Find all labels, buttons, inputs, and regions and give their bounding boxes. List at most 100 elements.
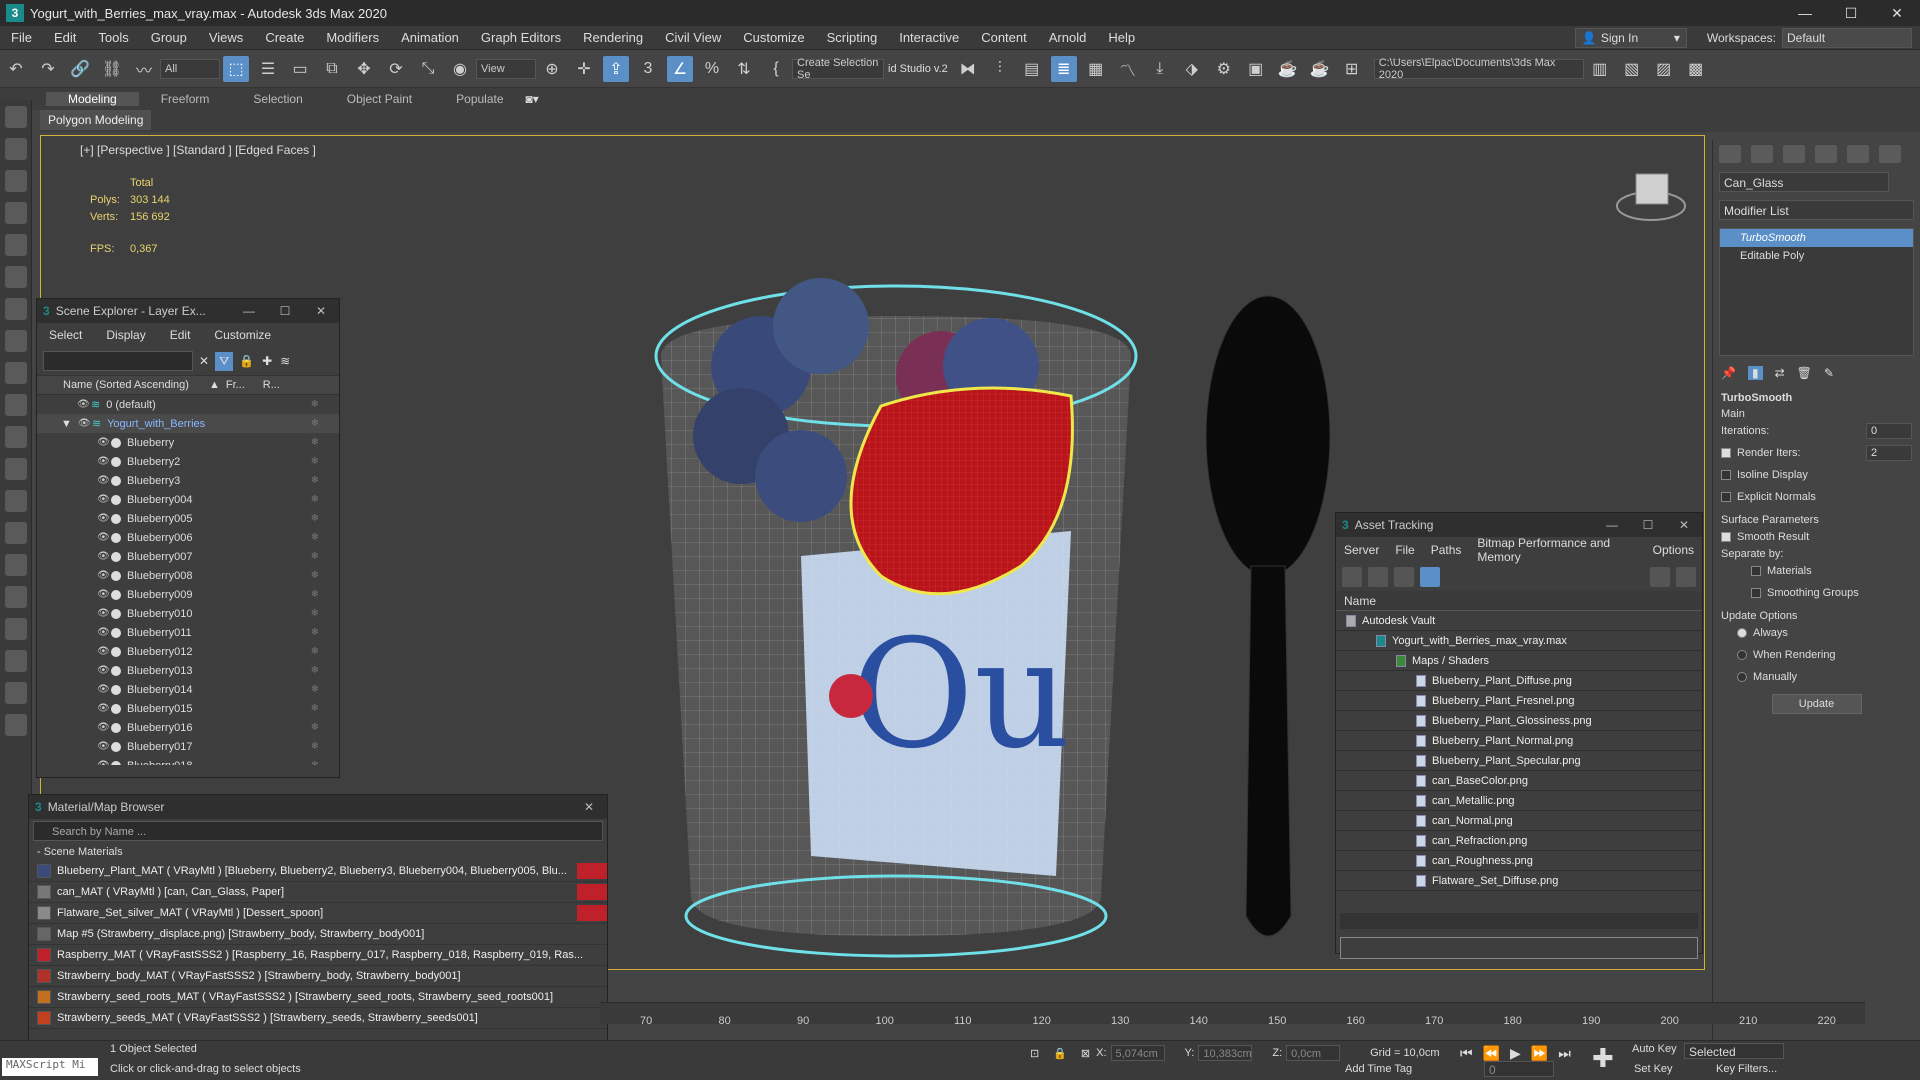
col-render[interactable]: R... (263, 379, 280, 391)
list-item[interactable]: Flatware_Set_silver_MAT ( VRayMtl ) [Des… (29, 903, 607, 924)
list-item[interactable]: Blueberry_Plant_Glossiness.png (1336, 711, 1702, 731)
table-row[interactable]: 👁 Blueberry013 ❄ (37, 661, 339, 680)
render-iters-checkbox[interactable] (1721, 448, 1731, 458)
at-menu-server[interactable]: Server (1336, 543, 1387, 557)
systems-icon[interactable] (5, 298, 27, 320)
close-button[interactable]: ✕ (1874, 5, 1920, 22)
auto-key-button[interactable]: Auto Key (1632, 1043, 1677, 1055)
menu-file[interactable]: File (0, 30, 43, 45)
menu-group[interactable]: Group (140, 30, 198, 45)
turbosmooth-rollout[interactable]: TurboSmooth (1721, 392, 1912, 404)
iterations-spinner[interactable]: 0 (1866, 423, 1912, 439)
maximize-button[interactable]: ☐ (1828, 5, 1874, 22)
table-row[interactable]: 👁 Blueberry017 ❄ (37, 737, 339, 756)
paint-icon[interactable] (5, 586, 27, 608)
materials-checkbox[interactable] (1751, 566, 1761, 576)
eye-icon[interactable]: 👁 (97, 608, 111, 619)
list-item[interactable]: Blueberry_Plant_Fresnel.png (1336, 691, 1702, 711)
close-button[interactable]: ✕ (303, 304, 339, 318)
list-item[interactable]: Strawberry_seeds_MAT ( VRayFastSSS2 ) [S… (29, 1008, 607, 1029)
menu-tools[interactable]: Tools (87, 30, 139, 45)
list-item[interactable]: Flatware_Set_Diffuse.png (1336, 871, 1702, 891)
render-iterative-icon[interactable]: ☕ (1307, 56, 1333, 82)
toggle-layer-explorer-icon[interactable]: ≣ (1050, 55, 1077, 82)
hierarchy-tab-icon[interactable] (1783, 145, 1805, 163)
table-row[interactable]: 👁 Blueberry ❄ (37, 433, 339, 452)
eye-icon[interactable]: 👁 (97, 646, 111, 657)
freeze-icon[interactable]: ❄ (311, 722, 319, 733)
freeze-icon[interactable]: ❄ (311, 684, 319, 695)
layer-row[interactable]: ▼ 👁 ≋ Yogurt_with_Berries ❄ (37, 414, 339, 433)
table-row[interactable]: 👁 Blueberry014 ❄ (37, 680, 339, 699)
shapes-icon[interactable] (5, 138, 27, 160)
freeze-icon[interactable]: ❄ (311, 532, 319, 543)
unlink-icon[interactable]: ⛓ (99, 56, 125, 82)
eye-icon[interactable]: 👁 (78, 418, 92, 429)
toggle-ribbon-icon[interactable]: ▦ (1083, 56, 1109, 82)
make-unique-icon[interactable]: ⇄ (1775, 366, 1785, 380)
link-icon[interactable]: 🔗 (67, 56, 93, 82)
freeze-icon[interactable]: ❄ (311, 627, 319, 638)
help-icon[interactable] (1650, 567, 1670, 587)
at-menu-options[interactable]: Options (1645, 543, 1702, 557)
tab-selection[interactable]: Selection (231, 92, 324, 106)
table-row[interactable]: 👁 Blueberry018 ❄ (37, 756, 339, 765)
close-button[interactable]: ✕ (1666, 518, 1702, 532)
tab-object-paint[interactable]: Object Paint (325, 92, 434, 106)
menu-interactive[interactable]: Interactive (888, 30, 970, 45)
place-icon[interactable]: ◉ (447, 56, 473, 82)
sun-icon[interactable] (5, 490, 27, 512)
cone-icon[interactable] (5, 458, 27, 480)
set-key-large-icon[interactable]: ✚ (1592, 1043, 1614, 1074)
always-radio[interactable] (1737, 628, 1747, 638)
list-item[interactable]: can_Roughness.png (1336, 851, 1702, 871)
when-rendering-radio[interactable] (1737, 650, 1747, 660)
list-item[interactable]: Blueberry_Plant_Normal.png (1336, 731, 1702, 751)
project-path-dropdown[interactable]: C:\Users\Elpac\Documents\3ds Max 2020 (1373, 57, 1584, 81)
list-item[interactable]: Blueberry_Plant_Specular.png (1336, 751, 1702, 771)
list-item[interactable]: Strawberry_seed_roots_MAT ( VRayFastSSS2… (29, 987, 607, 1008)
list-item[interactable]: Autodesk Vault (1336, 611, 1702, 631)
table-row[interactable]: 👁 Blueberry011 ❄ (37, 623, 339, 642)
render-production-icon[interactable]: ☕ (1275, 56, 1301, 82)
asset-status-field[interactable] (1340, 937, 1698, 959)
hair-icon[interactable] (5, 618, 27, 640)
list-view-icon[interactable] (1368, 567, 1388, 587)
undo-icon[interactable]: ↶ (3, 56, 29, 82)
key-set-dropdown[interactable]: Selected (1684, 1043, 1784, 1059)
toggle-scene-explorer-icon[interactable]: ▤ (1019, 56, 1045, 82)
menu-edit[interactable]: Edit (43, 30, 87, 45)
pivot-center-icon[interactable]: ⊕ (539, 56, 565, 82)
maxscript-listener[interactable]: MAXScript Mi (2, 1058, 98, 1076)
lock-icon[interactable]: 🔒 (239, 354, 254, 368)
close-button[interactable]: ✕ (571, 800, 607, 814)
list-item[interactable]: Blueberry_Plant_Diffuse.png (1336, 671, 1702, 691)
percent-snap-icon[interactable]: % (699, 56, 725, 82)
list-item[interactable]: can_Metallic.png (1336, 791, 1702, 811)
table-row[interactable]: 👁 Blueberry007 ❄ (37, 547, 339, 566)
eye-icon[interactable]: 👁 (97, 760, 111, 765)
maximize-button[interactable]: ☐ (267, 304, 303, 318)
render-setup-icon[interactable]: ⚙ (1211, 56, 1237, 82)
create-tab-icon[interactable] (1719, 145, 1741, 163)
scene-materials-section[interactable]: - Scene Materials (29, 843, 607, 861)
eye-icon[interactable]: 👁 (97, 456, 111, 467)
helpers-icon[interactable] (5, 234, 27, 256)
tab-populate[interactable]: Populate (434, 92, 525, 106)
polygon-modeling-panel[interactable]: Polygon Modeling (40, 110, 152, 130)
eye-icon[interactable]: 👁 (97, 532, 111, 543)
configure-modifier-icon[interactable]: ✎ (1824, 366, 1834, 380)
menu-create[interactable]: Create (254, 30, 315, 45)
at-menu-paths[interactable]: Paths (1423, 543, 1470, 557)
lock-selection-icon[interactable]: 🔒 (1053, 1047, 1067, 1060)
explicit-normals-checkbox[interactable] (1721, 492, 1731, 502)
create-icon[interactable] (5, 106, 27, 128)
absolute-mode-icon[interactable]: ⊠ (1081, 1047, 1090, 1060)
refresh-icon[interactable] (1342, 567, 1362, 587)
workspace-dropdown[interactable]: Default (1782, 27, 1912, 48)
list-item[interactable]: Strawberry_body_MAT ( VRayFastSSS2 ) [St… (29, 966, 607, 987)
table-row[interactable]: 👁 Blueberry3 ❄ (37, 471, 339, 490)
se-menu-display[interactable]: Display (94, 328, 157, 342)
keyboard-shortcut-override-icon[interactable]: ⇪ (603, 55, 629, 82)
se-menu-edit[interactable]: Edit (158, 328, 203, 342)
